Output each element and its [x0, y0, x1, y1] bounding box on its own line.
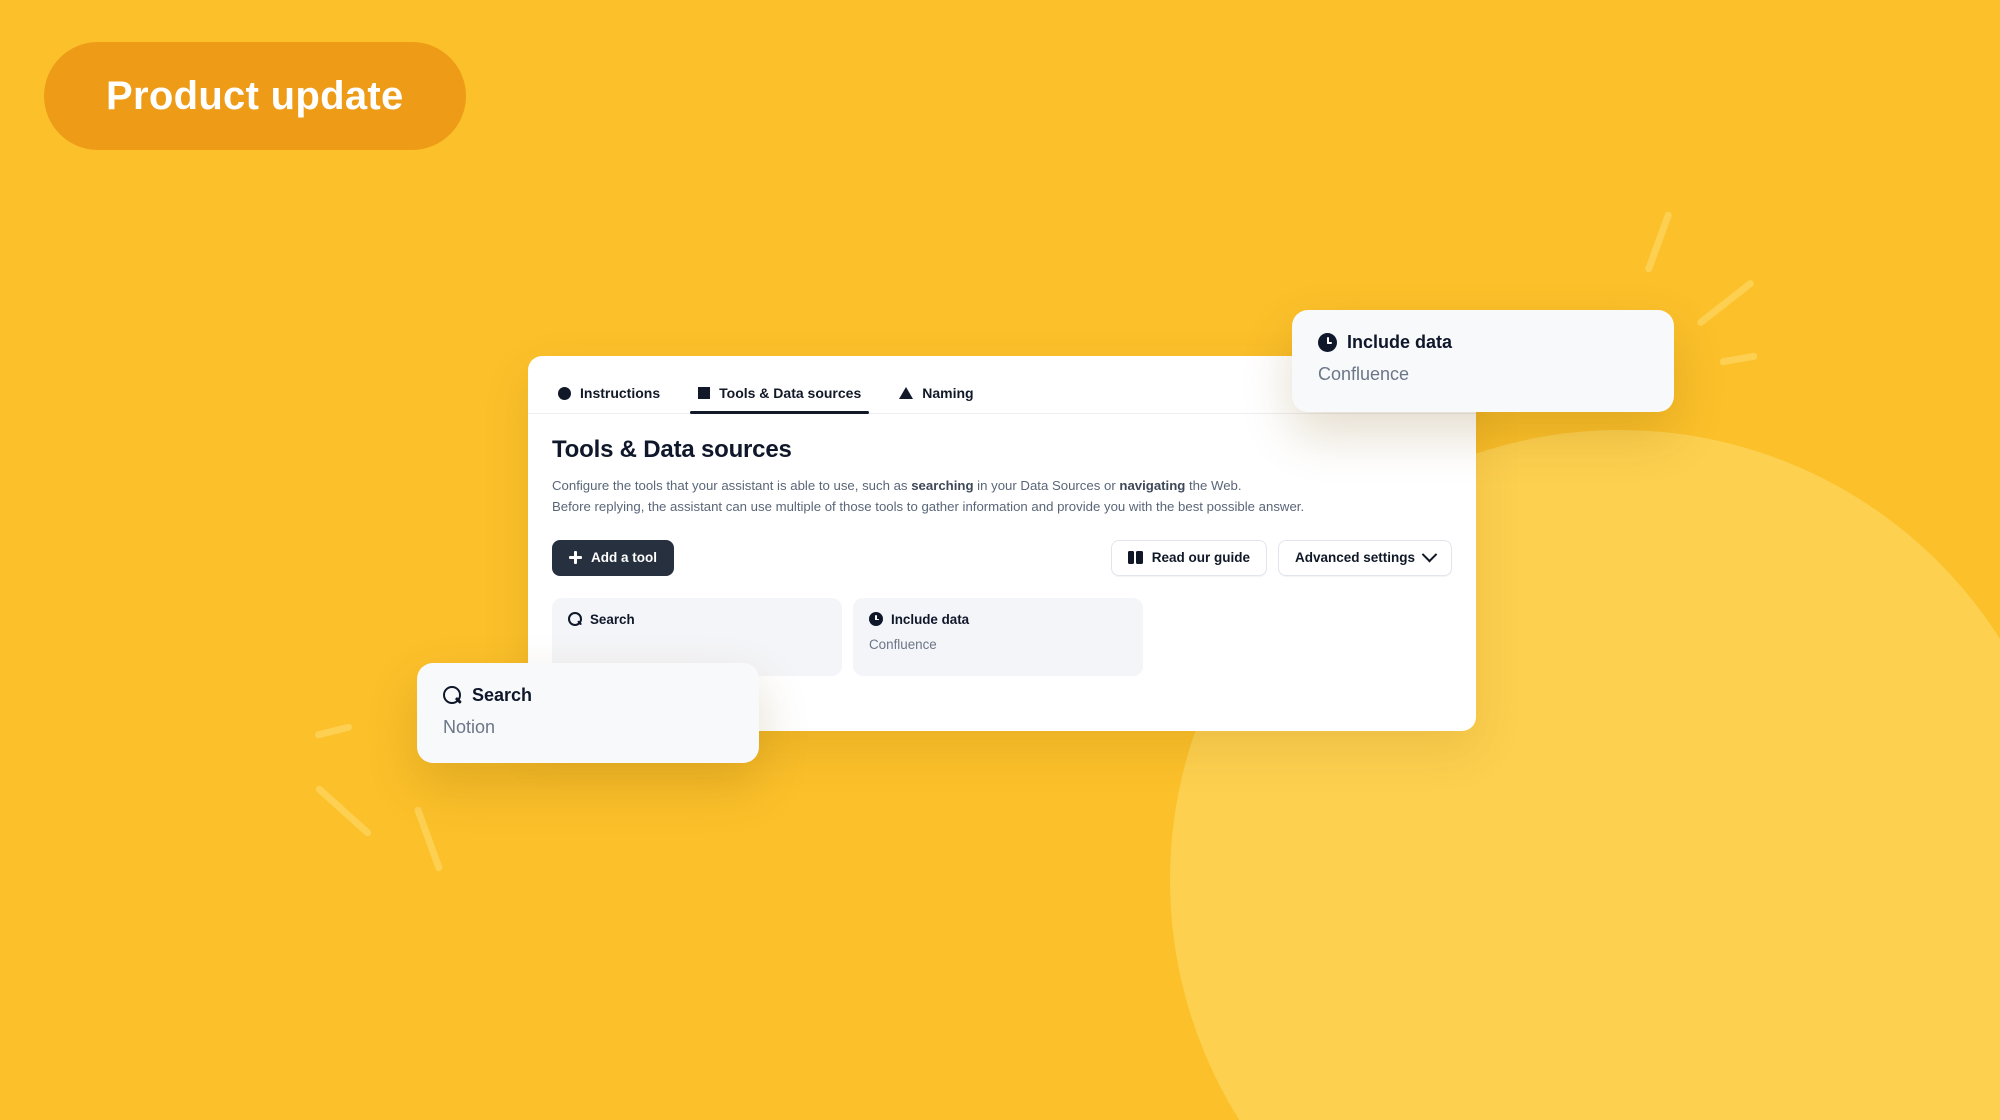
add-tool-button-label: Add a tool	[591, 550, 657, 566]
tool-card-include-data-subtitle: Confluence	[869, 636, 937, 652]
desc-text: Configure the tools that your assistant …	[552, 478, 912, 493]
desc-text: the Web.	[1185, 478, 1242, 493]
product-update-badge: Product update	[44, 42, 466, 150]
desc-emphasis-searching: searching	[911, 478, 974, 493]
decorative-ray	[413, 805, 444, 873]
plus-icon	[569, 551, 582, 565]
floating-card-include-data[interactable]: Include data Confluence	[1292, 310, 1674, 412]
book-icon	[1127, 551, 1143, 565]
tool-card-header: Include data	[869, 612, 1127, 627]
floating-card-header: Include data	[1318, 332, 1648, 353]
circle-icon	[558, 386, 571, 400]
floating-card-include-data-subtitle: Confluence	[1318, 364, 1410, 384]
tab-naming-label: Naming	[922, 385, 974, 401]
floating-card-search-subtitle: Notion	[443, 717, 496, 737]
tool-card-include-data[interactable]: Include data Confluence	[853, 597, 1143, 676]
clock-icon	[1318, 333, 1337, 352]
page-description: Configure the tools that your assistant …	[552, 475, 1452, 518]
tool-card-include-data-title: Include data	[891, 611, 970, 627]
clock-icon	[869, 612, 883, 627]
advanced-settings-label: Advanced settings	[1294, 550, 1415, 566]
triangle-icon	[899, 387, 914, 399]
tab-instructions-label: Instructions	[580, 385, 661, 401]
read-our-guide-button[interactable]: Read our guide	[1110, 539, 1267, 576]
read-our-guide-button-label: Read our guide	[1151, 550, 1250, 566]
advanced-settings-dropdown[interactable]: Advanced settings	[1277, 539, 1452, 576]
decorative-ray	[314, 784, 373, 838]
add-tool-button[interactable]: Add a tool	[552, 539, 674, 576]
floating-card-search-title: Search	[472, 685, 533, 705]
floating-card-header: Search	[443, 685, 733, 706]
tab-tools-and-data-sources[interactable]: Tools & Data sources	[690, 385, 870, 414]
tab-tools-and-data-sources-label: Tools & Data sources	[719, 385, 862, 401]
decorative-ray	[1695, 278, 1756, 328]
desc-emphasis-navigating: navigating	[1119, 478, 1186, 493]
decorative-ray	[314, 723, 353, 739]
secondary-actions: Read our guide Advanced settings	[1110, 539, 1452, 576]
card-body: Tools & Data sources Configure the tools…	[528, 414, 1476, 676]
desc-text: in your Data Sources or	[973, 478, 1120, 493]
search-icon	[568, 612, 582, 627]
decorative-ray	[1719, 352, 1758, 366]
decorative-ray	[1644, 210, 1673, 274]
chevron-down-icon	[1421, 547, 1438, 563]
tab-naming[interactable]: Naming	[891, 385, 981, 413]
tab-instructions[interactable]: Instructions	[550, 385, 668, 413]
page-description-line-2: Before replying, the assistant can use m…	[552, 499, 1305, 515]
search-icon	[443, 686, 462, 705]
floating-card-search[interactable]: Search Notion	[417, 663, 759, 763]
product-update-badge-label: Product update	[106, 73, 404, 118]
action-bar: Add a tool Read our guide Advanced setti…	[552, 539, 1452, 576]
tool-card-header: Search	[568, 612, 826, 627]
page-title: Tools & Data sources	[552, 436, 792, 463]
square-icon	[698, 387, 711, 399]
tool-card-search-title: Search	[590, 611, 635, 627]
page-description-line-1: Configure the tools that your assistant …	[552, 475, 1452, 496]
floating-card-include-data-title: Include data	[1347, 332, 1453, 352]
